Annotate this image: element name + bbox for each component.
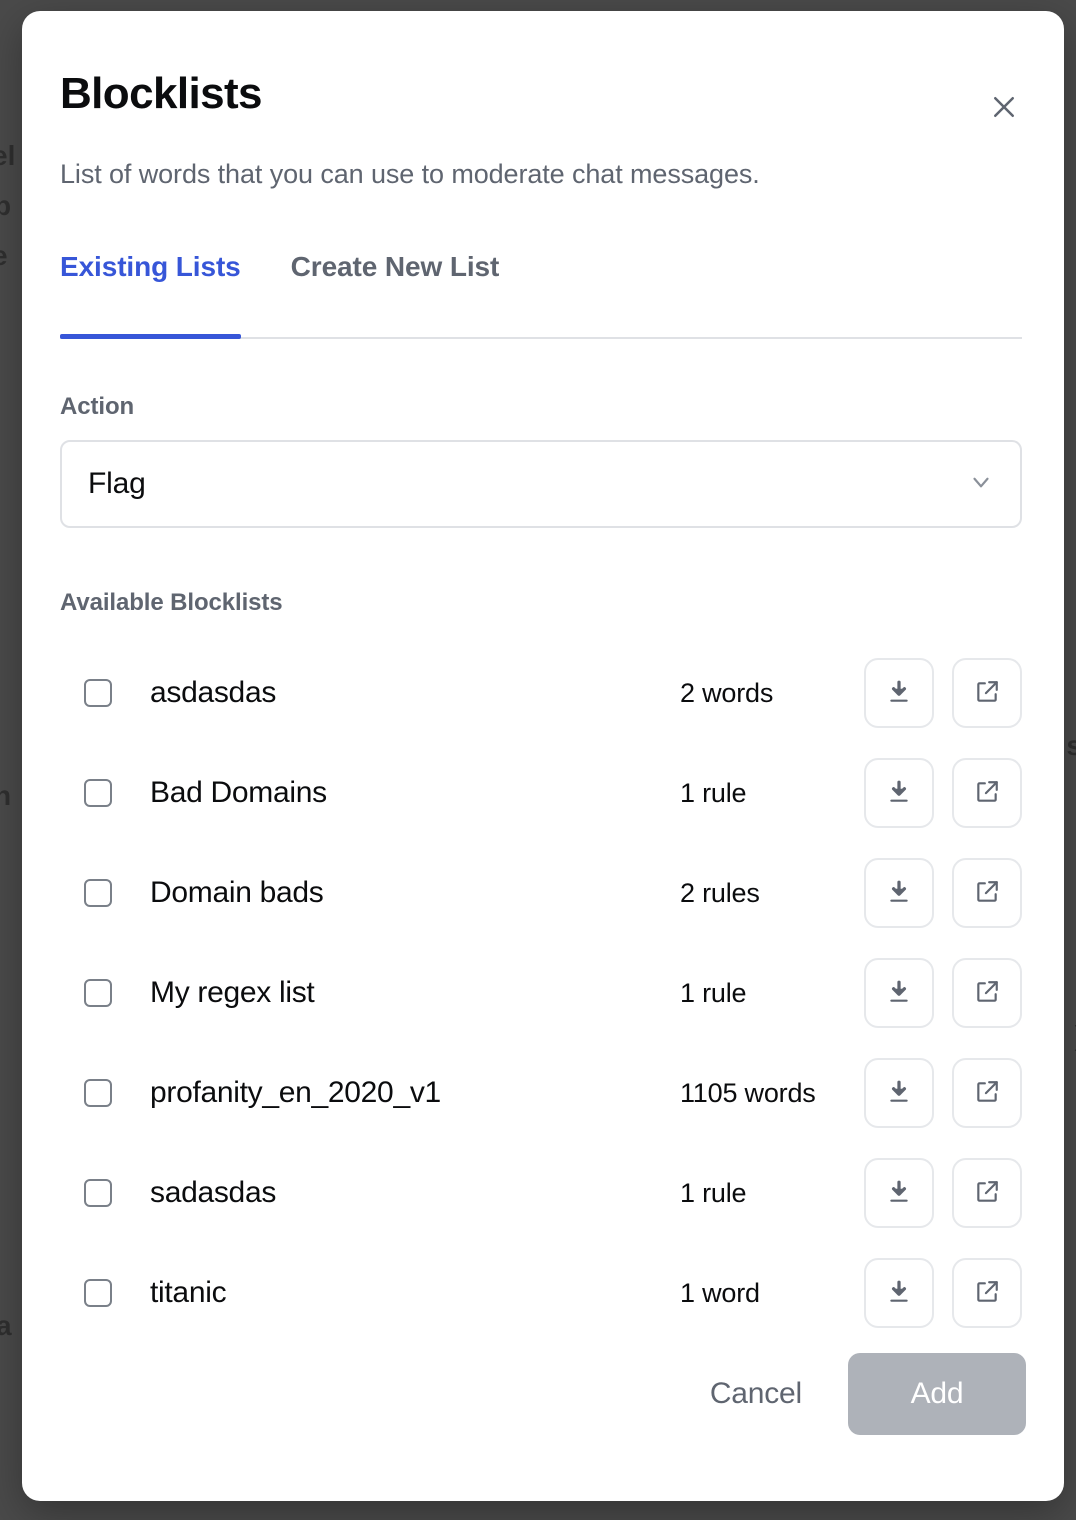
table-row: profanity_en_2020_v1 1105 words [60,1043,1022,1143]
table-row: asdasdas 2 words [60,643,1022,743]
row-actions [864,958,1022,1028]
row-name: titanic [150,1276,226,1310]
open-external-button[interactable] [952,658,1022,728]
external-link-icon [974,979,1000,1008]
table-row: Bad Domains 1 rule [60,743,1022,843]
open-external-button[interactable] [952,1158,1022,1228]
dialog-footer: Cancel Add [700,1353,1026,1435]
row-count: 1 rule [680,978,746,1009]
close-icon [989,92,1019,122]
row-count: 1 rule [680,1178,746,1209]
row-actions [864,1058,1022,1128]
download-icon [886,679,912,708]
row-actions [864,758,1022,828]
add-button[interactable]: Add [848,1353,1026,1435]
row-checkbox[interactable] [84,1179,112,1207]
download-button[interactable] [864,1058,934,1128]
row-actions [864,858,1022,928]
download-icon [886,1079,912,1108]
download-button[interactable] [864,858,934,928]
row-count: 2 words [680,678,773,709]
download-button[interactable] [864,958,934,1028]
download-button[interactable] [864,1158,934,1228]
download-icon [886,1179,912,1208]
action-select-value: Flag [88,467,968,501]
close-button[interactable] [980,83,1028,131]
tab-bar: Existing Lists Create New List [60,251,1022,339]
row-checkbox[interactable] [84,779,112,807]
table-row: titanic 1 word [60,1243,1022,1343]
external-link-icon [974,779,1000,808]
row-name: Bad Domains [150,776,327,810]
table-row: sadasdas 1 rule [60,1143,1022,1243]
tab-existing-lists[interactable]: Existing Lists [60,251,241,337]
tab-create-new-list[interactable]: Create New List [291,251,500,337]
external-link-icon [974,879,1000,908]
blocklist-table: asdasdas 2 words [60,643,1022,1343]
row-name: asdasdas [150,676,276,710]
external-link-icon [974,1179,1000,1208]
cancel-button[interactable]: Cancel [700,1359,812,1429]
available-blocklists-label: Available Blocklists [60,589,283,617]
row-count: 1 word [680,1278,760,1309]
action-label: Action [60,393,134,421]
row-name: sadasdas [150,1176,276,1210]
row-actions [864,1158,1022,1228]
page-title: Blocklists [60,69,262,119]
open-external-button[interactable] [952,758,1022,828]
download-button[interactable] [864,1258,934,1328]
row-name: profanity_en_2020_v1 [150,1076,441,1110]
row-checkbox[interactable] [84,1079,112,1107]
external-link-icon [974,1279,1000,1308]
row-actions [864,1258,1022,1328]
open-external-button[interactable] [952,1258,1022,1328]
row-count: 1105 words [680,1078,816,1109]
dialog-description: List of words that you can use to modera… [60,159,760,190]
download-button[interactable] [864,758,934,828]
row-checkbox[interactable] [84,979,112,1007]
download-button[interactable] [864,658,934,728]
row-count: 1 rule [680,778,746,809]
action-select[interactable]: Flag [60,440,1022,528]
blocklists-dialog: Blocklists List of words that you can us… [22,11,1064,1501]
open-external-button[interactable] [952,958,1022,1028]
row-name: Domain bads [150,876,323,910]
download-icon [886,879,912,908]
external-link-icon [974,1079,1000,1108]
external-link-icon [974,679,1000,708]
download-icon [886,1279,912,1308]
table-row: My regex list 1 rule [60,943,1022,1043]
row-name: My regex list [150,976,314,1010]
download-icon [886,979,912,1008]
row-checkbox[interactable] [84,1279,112,1307]
row-checkbox[interactable] [84,679,112,707]
download-icon [886,779,912,808]
row-checkbox[interactable] [84,879,112,907]
row-actions [864,658,1022,728]
chevron-down-icon [968,469,994,500]
row-count: 2 rules [680,878,760,909]
open-external-button[interactable] [952,1058,1022,1128]
open-external-button[interactable] [952,858,1022,928]
table-row: Domain bads 2 rules [60,843,1022,943]
